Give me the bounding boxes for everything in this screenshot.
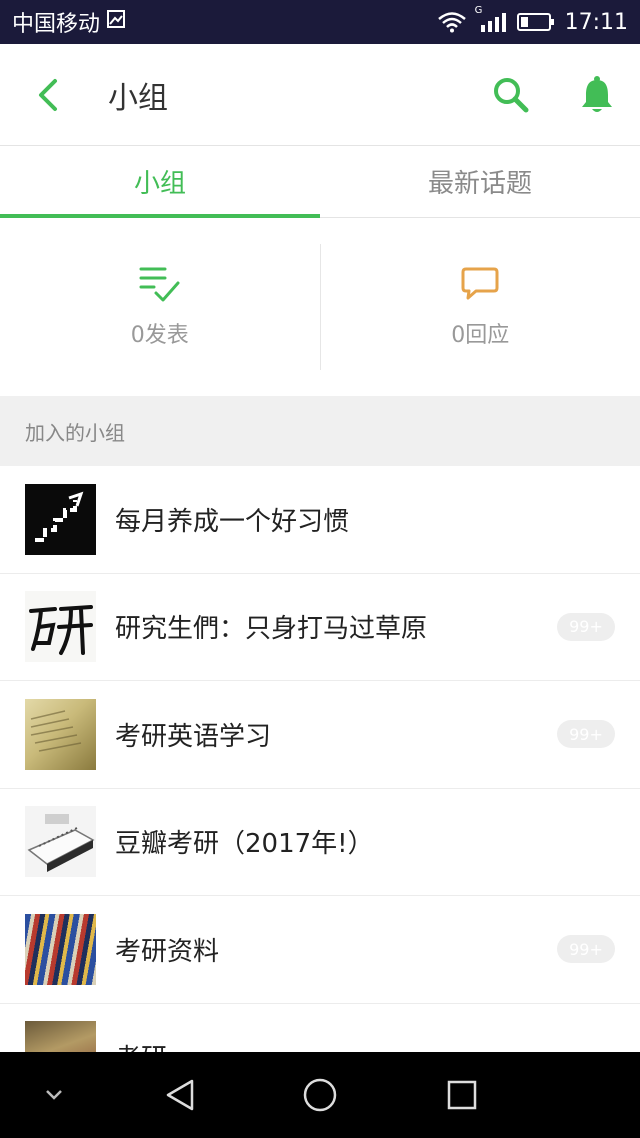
list-item[interactable]: 每月养成一个好习惯 xyxy=(0,466,640,574)
group-name: 每月养成一个好习惯 xyxy=(115,506,350,537)
recents-nav-button[interactable] xyxy=(432,1052,492,1138)
network-type-label: G xyxy=(474,5,483,16)
unread-badge: 99+ xyxy=(557,720,615,749)
hide-nav-button[interactable] xyxy=(30,1052,78,1138)
list-item[interactable]: 考研资料 99+ xyxy=(0,896,640,1004)
bell-icon xyxy=(582,75,612,112)
signal-icon: G xyxy=(475,5,507,33)
page-title: 小组 xyxy=(108,80,168,116)
section-header: 加入的小组 xyxy=(0,396,640,466)
chat-bubble-icon xyxy=(461,267,499,300)
replies-stat[interactable]: 0回应 xyxy=(321,218,640,396)
chevron-left-icon xyxy=(39,78,57,111)
group-name: 研究生們：只身打马过草原 xyxy=(115,614,428,645)
calligraphy-thumbnail xyxy=(25,591,96,663)
battery-icon xyxy=(516,12,555,32)
group-name: 豆瓣考研（2017年!） xyxy=(115,829,374,860)
bookshelf-thumbnail xyxy=(25,913,96,985)
book-thumbnail xyxy=(25,698,96,770)
image-notification-icon xyxy=(106,9,126,35)
list-item[interactable]: 豆瓣考研（2017年!） xyxy=(0,788,640,896)
notifications-button[interactable] xyxy=(554,44,640,146)
list-item[interactable]: 考研英语学习 99+ xyxy=(0,681,640,789)
tab-latest-topics[interactable]: 最新话题 xyxy=(320,146,640,217)
wifi-icon xyxy=(437,11,467,33)
home-nav-button[interactable] xyxy=(290,1052,350,1138)
chevron-down-icon xyxy=(46,1090,62,1100)
triangle-back-icon xyxy=(166,1079,194,1111)
group-name: 考研资料 xyxy=(115,936,220,967)
tab-groups[interactable]: 小组 xyxy=(0,146,320,218)
navigation-bar xyxy=(0,1052,640,1138)
tab-bar: 小组 最新话题 xyxy=(0,146,640,218)
group-name: 考研英语学习 xyxy=(115,721,272,752)
notebook-thumbnail xyxy=(25,806,96,878)
search-button[interactable] xyxy=(468,44,554,146)
status-bar: 中国移动 G 17:11 xyxy=(0,0,640,44)
posts-count-label: 0发表 xyxy=(130,323,189,348)
status-right: G 17:11 xyxy=(437,5,628,35)
square-recents-icon xyxy=(447,1080,477,1110)
list-item[interactable]: 研究生們：只身打马过草原 99+ xyxy=(0,573,640,681)
unread-badge: 99+ xyxy=(557,935,615,964)
unread-badge: 99+ xyxy=(557,612,615,641)
back-button[interactable] xyxy=(0,44,96,146)
search-icon xyxy=(494,77,529,112)
back-nav-button[interactable] xyxy=(150,1052,210,1138)
app-actions xyxy=(468,44,640,146)
list-check-icon xyxy=(139,267,180,302)
status-left: 中国移动 xyxy=(12,6,126,38)
clock: 17:11 xyxy=(564,9,628,35)
carrier-name: 中国移动 xyxy=(12,12,101,37)
group-list: 每月养成一个好习惯 研究生們：只身打马过草原 99+ 考研英语学习 99+ 豆瓣… xyxy=(0,466,640,1111)
app-bar: 小组 xyxy=(0,44,640,146)
posts-stat[interactable]: 0发表 xyxy=(0,218,320,396)
circle-home-icon xyxy=(303,1078,337,1112)
stats-panel: 0发表 0回应 xyxy=(0,218,640,396)
stairs-thumbnail xyxy=(25,483,96,555)
replies-count-label: 0回应 xyxy=(451,323,510,348)
